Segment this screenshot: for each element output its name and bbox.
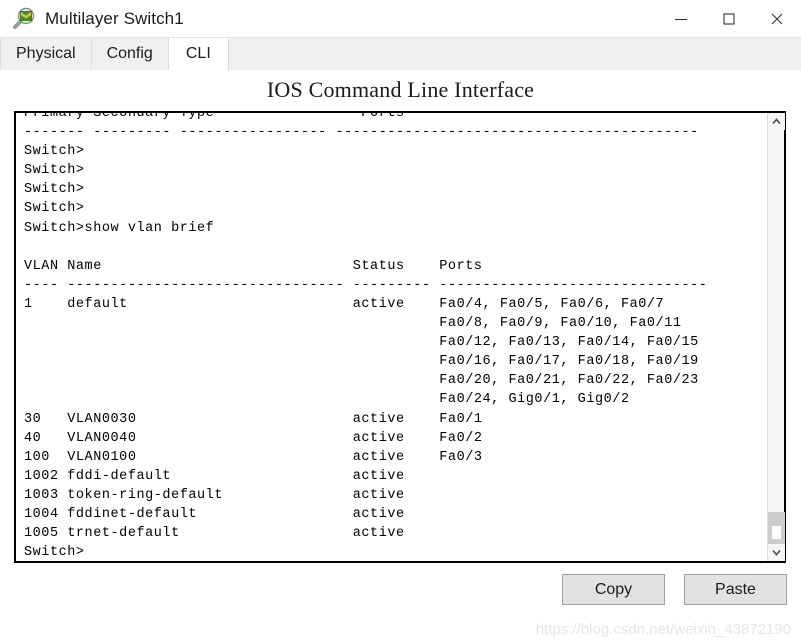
chevron-up-icon (772, 118, 781, 125)
paste-button[interactable]: Paste (684, 574, 787, 605)
terminal-line: Fa0/20, Fa0/21, Fa0/22, Fa0/23 (24, 373, 699, 389)
minimize-icon (675, 18, 687, 20)
terminal-line: 40 VLAN0040 active Fa0/2 (24, 430, 483, 446)
terminal-line: Switch> (24, 182, 85, 198)
close-icon (771, 13, 783, 24)
terminal-line: Switch> (24, 201, 85, 217)
terminal-output[interactable]: Primary Secondary Type Ports ------- ----… (16, 113, 767, 561)
terminal-line: 1004 fddinet-default active (24, 506, 405, 522)
terminal-line: 1 default active Fa0/4, Fa0/5, Fa0/6, Fa… (24, 296, 665, 312)
terminal-line: 30 VLAN0030 active Fa0/1 (24, 411, 483, 427)
terminal-line: ------- --------- ----------------- ----… (24, 125, 699, 141)
cli-panel: IOS Command Line Interface Primary Secon… (0, 71, 801, 642)
tab-physical[interactable]: Physical (0, 38, 92, 70)
terminal-scrollbar[interactable] (767, 113, 785, 561)
terminal-line: 1002 fddi-default active (24, 468, 405, 484)
terminal-container: Primary Secondary Type Ports ------- ----… (14, 111, 786, 563)
tab-config-label: Config (106, 45, 153, 62)
scroll-down-button[interactable] (768, 544, 785, 561)
tab-strip: Physical Config CLI (0, 38, 801, 71)
tab-cli[interactable]: CLI (168, 38, 229, 70)
terminal-line: Fa0/8, Fa0/9, Fa0/10, Fa0/11 (24, 316, 682, 332)
terminal-line: 100 VLAN0100 active Fa0/3 (24, 449, 483, 465)
scrollbar-track[interactable] (768, 130, 785, 554)
watermark-text: https://blog.csdn.net/weixin_43872190 (535, 621, 791, 638)
cli-heading: IOS Command Line Interface (266, 77, 535, 102)
action-buttons: Copy Paste (562, 574, 787, 605)
terminal-text: Primary Secondary Type Ports ------- ----… (16, 113, 767, 561)
terminal-line: Switch>show vlan brief (24, 220, 215, 236)
minimize-button[interactable] (657, 0, 705, 38)
terminal-line: 1005 trnet-default active (24, 526, 405, 542)
terminal-line: Switch> (24, 163, 85, 179)
chevron-down-icon (772, 549, 781, 556)
terminal-line: 1003 token-ring-default active (24, 487, 405, 503)
terminal-line: Fa0/16, Fa0/17, Fa0/18, Fa0/19 (24, 354, 699, 370)
tab-physical-label: Physical (16, 45, 76, 62)
maximize-icon (723, 12, 735, 25)
terminal-line: Switch> (24, 144, 85, 160)
tab-cli-label: CLI (185, 45, 211, 62)
terminal-line: Fa0/12, Fa0/13, Fa0/14, Fa0/15 (24, 335, 699, 351)
terminal-line: Fa0/24, Gig0/1, Gig0/2 (24, 392, 630, 408)
terminal-line: ---- -------------------------------- --… (24, 277, 708, 293)
copy-button[interactable]: Copy (562, 574, 665, 605)
maximize-button[interactable] (705, 0, 753, 38)
scroll-up-button[interactable] (768, 113, 785, 130)
tab-config[interactable]: Config (91, 38, 169, 70)
title-bar: Multilayer Switch1 (0, 0, 801, 38)
window-controls (657, 0, 801, 38)
terminal-line: Primary Secondary Type Ports (24, 113, 405, 121)
window-title: Multilayer Switch1 (45, 8, 184, 28)
terminal-line: Switch> (24, 545, 85, 561)
close-button[interactable] (753, 0, 801, 38)
packet-tracer-icon (10, 6, 36, 32)
terminal-line: VLAN Name Status Ports (24, 258, 483, 274)
